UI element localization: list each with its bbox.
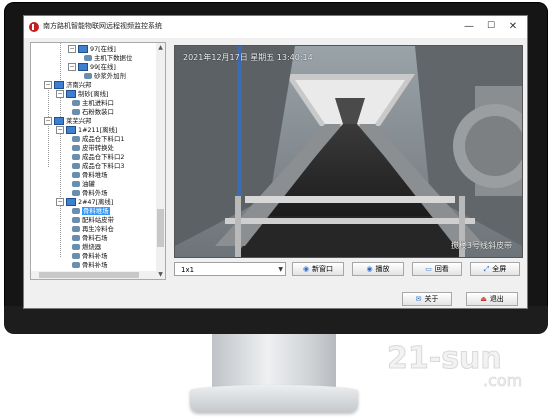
app-window: 南方路机智能物联网远程视频监控系统 — ☐ ✕ −97[在线] 主机下数据位 −… (23, 15, 528, 309)
video-timestamp: 2021年12月17日 星期五 13:40:14 (183, 53, 313, 62)
computer-icon (66, 198, 76, 206)
camera-icon (72, 172, 80, 178)
computer-icon (78, 63, 88, 71)
playback-button[interactable]: ◉ 播放 (352, 262, 404, 276)
tree-node-camera[interactable]: 主机进料口 (72, 99, 114, 108)
play-icon: ◉ (366, 265, 373, 273)
camera-icon (72, 226, 80, 232)
collapse-icon[interactable]: − (44, 81, 52, 89)
new-window-button[interactable]: ◉ 新窗口 (292, 262, 344, 276)
maximize-button[interactable]: ☐ (483, 19, 499, 34)
monitor-stand-neck (212, 334, 336, 390)
play-icon: ◉ (302, 265, 310, 273)
tree-line (60, 131, 61, 257)
collapse-icon[interactable]: − (56, 90, 64, 98)
tree-node-camera[interactable]: 油罐 (72, 180, 95, 189)
camera-icon (72, 136, 80, 142)
close-button[interactable]: ✕ (505, 19, 521, 34)
camera-icon (72, 109, 80, 115)
svg-text:.com: .com (483, 371, 522, 390)
tree-horizontal-scrollbar[interactable] (31, 271, 156, 279)
camera-icon (72, 181, 80, 187)
scroll-down-arrow-icon[interactable]: ▼ (156, 270, 165, 279)
scroll-up-arrow-icon[interactable]: ▲ (156, 43, 165, 52)
tree-vertical-scrollbar[interactable]: ▲ ▼ (156, 43, 165, 279)
tree-node-device[interactable]: −99[在线] (68, 63, 116, 72)
computer-icon (54, 117, 64, 125)
tree-node-camera[interactable]: 皮带转换处 (72, 144, 114, 153)
monitor-stand-base (190, 385, 358, 412)
tree-node-camera[interactable]: 成品仓下料口1 (72, 135, 124, 144)
tree-node-camera[interactable]: 石粉数装口 (72, 108, 114, 117)
tree-node-device[interactable]: −1#211[离线] (56, 126, 117, 135)
window-title: 南方路机智能物联网远程视频监控系统 (43, 22, 162, 30)
computer-icon (54, 81, 64, 89)
collapse-icon[interactable]: − (44, 117, 52, 125)
camera-icon (84, 55, 92, 61)
tree-node-group[interactable]: − 济南兴邦 (44, 81, 92, 90)
app-logo-icon (29, 22, 39, 32)
camera-icon (84, 73, 92, 79)
tree-node-camera[interactable]: 配料站皮带 (72, 216, 114, 225)
tree-node-camera[interactable]: 再生冷料仓 (72, 225, 114, 234)
fullscreen-icon: ⤢ (483, 265, 490, 273)
video-controls: 1x1 ▼ ◉ 新窗口 ◉ 播放 ▭ 回看 ⤢ 全屏 (174, 261, 521, 279)
scroll-thumb[interactable] (157, 209, 164, 247)
tree-node-camera[interactable]: 骨料外场 (72, 189, 108, 198)
bottom-actions: ✉ 关于 ⏏ 退出 (174, 291, 521, 307)
camera-icon (72, 235, 80, 241)
computer-icon (66, 126, 76, 134)
camera-icon (72, 262, 80, 268)
camera-icon (72, 190, 80, 196)
layout-select[interactable]: 1x1 ▼ (174, 262, 286, 276)
dropdown-arrow-icon[interactable]: ▼ (278, 263, 283, 277)
camera-icon (72, 253, 80, 259)
video-view[interactable]: 2021年12月17日 星期五 13:40:14 搅楼3号线斜皮带 (174, 45, 523, 258)
tree-line (60, 43, 61, 84)
tree-node-camera[interactable]: 燃烧器 (72, 243, 101, 252)
tree-node-camera[interactable]: 成品仓下料口3 (72, 162, 124, 171)
collapse-icon[interactable]: − (68, 63, 76, 71)
info-icon: ✉ (415, 295, 422, 303)
collapse-icon[interactable]: − (56, 198, 64, 206)
tree-node-camera[interactable]: 骨料补场 (72, 261, 108, 270)
tree-node-camera-selected[interactable]: 骨料堆场 (72, 207, 110, 216)
camera-icon (72, 208, 80, 214)
conveyor-camera-image (175, 46, 522, 257)
tree-node-camera[interactable]: 骨料补场 (72, 252, 108, 261)
collapse-icon[interactable]: − (68, 45, 76, 53)
tree-node-camera[interactable]: 成品仓下料口2 (72, 153, 124, 162)
title-bar: 南方路机智能物联网远程视频监控系统 — ☐ ✕ (24, 16, 527, 38)
computer-icon (66, 90, 76, 98)
exit-icon: ⏏ (480, 295, 487, 303)
tree-node-device[interactable]: − 制砂[离线] (56, 90, 109, 99)
tree-node-camera[interactable]: 砂浆外加剂 (84, 72, 126, 81)
tree-node-device[interactable]: −2#47[离线] (56, 198, 113, 207)
watermark-logo: 21-sun .com (387, 341, 523, 391)
tree-node-camera[interactable]: 骨料石场 (72, 234, 108, 243)
tree-node-camera[interactable]: 骨料堆场 (72, 171, 108, 180)
minimize-button[interactable]: — (461, 19, 477, 34)
camera-icon (72, 154, 80, 160)
camera-icon (72, 145, 80, 151)
tree-node-camera[interactable]: 主机下数据位 (84, 54, 132, 63)
computer-icon (78, 45, 88, 53)
camera-icon (72, 244, 80, 250)
camera-icon (72, 217, 80, 223)
video-camera-name: 搅楼3号线斜皮带 (450, 241, 512, 250)
fullscreen-button[interactable]: ⤢ 全屏 (470, 262, 520, 276)
about-button[interactable]: ✉ 关于 (402, 292, 452, 306)
camera-icon (72, 100, 80, 106)
apple-logo-icon (267, 312, 281, 326)
tree-node-group[interactable]: − 莱芜兴邦 (44, 117, 92, 126)
camera-icon (72, 163, 80, 169)
tree-node-device[interactable]: −97[在线] (68, 45, 116, 54)
review-button[interactable]: ▭ 回看 (412, 262, 462, 276)
exit-button[interactable]: ⏏ 退出 (466, 292, 518, 306)
device-tree: −97[在线] 主机下数据位 −99[在线] 砂浆外加剂 − 济南兴邦 − 制砂[离… (30, 42, 166, 280)
tree-line (48, 87, 49, 167)
collapse-icon[interactable]: − (56, 126, 64, 134)
scroll-thumb[interactable] (39, 272, 139, 278)
monitor-icon: ▭ (425, 265, 432, 273)
